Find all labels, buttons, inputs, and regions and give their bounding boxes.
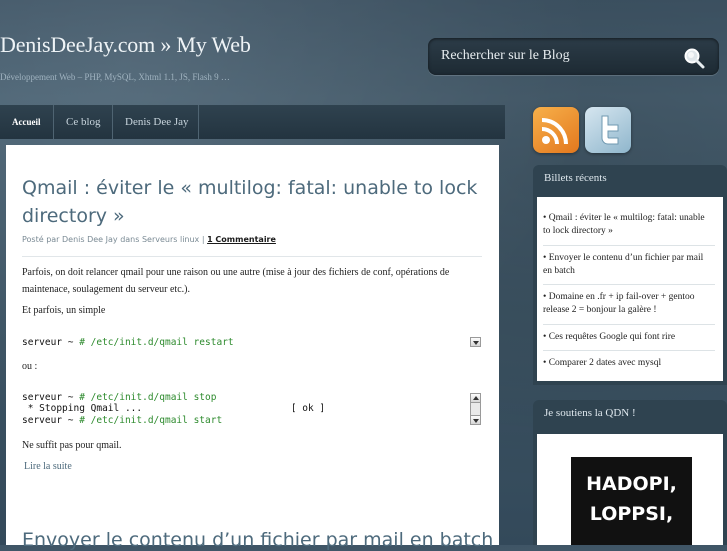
twitter-icon: [601, 115, 619, 145]
nav-tab-blog[interactable]: Ce blog: [66, 105, 101, 139]
site-tagline: Développement Web – PHP, MySQL, Xhtml 1.…: [0, 72, 230, 82]
nav-tab-home[interactable]: Accueil: [12, 105, 41, 139]
code-prompt: serveur ~: [22, 337, 80, 348]
code-block: serveur ~ # /etc/init.d/qmail restart: [22, 337, 234, 348]
post-meta: Posté par Denis Dee Jay dans Serveurs li…: [22, 235, 276, 244]
recent-posts-widget: Billets récents • Qmail : éviter le « mu…: [533, 165, 727, 385]
recent-posts-title: Billets récents: [544, 172, 607, 184]
recent-post-label: Domaine en .fr + ip fail-over + gentoo r…: [543, 292, 695, 315]
post-paragraph: ou :: [22, 361, 38, 372]
code-command: # /etc/init.d/qmail start: [79, 415, 223, 426]
banner-line: HADOPI,: [586, 473, 677, 495]
recent-post-label: Ces requêtes Google qui font rire: [548, 332, 676, 342]
read-more-link[interactable]: Lire la suite: [24, 461, 72, 472]
post-meta-text: Posté par Denis Dee Jay dans Serveurs li…: [22, 235, 208, 244]
recent-post-link[interactable]: • Ces requêtes Google qui font rire: [543, 331, 713, 344]
list-divider: [543, 245, 715, 246]
site-title[interactable]: DenisDeeJay.com » My Web: [0, 32, 251, 58]
post-divider: [22, 256, 482, 257]
recent-post-link[interactable]: • Comparer 2 dates avec mysql: [543, 357, 713, 370]
recent-post-label: Envoyer le contenu d’un fichier par mail…: [543, 253, 704, 276]
banner-line: LOPPSI,: [589, 503, 674, 525]
hadopi-banner[interactable]: HADOPI, LOPPSI,: [571, 457, 692, 545]
code-line: serveur ~ # /etc/init.d/qmail stop: [22, 392, 216, 403]
list-divider: [543, 284, 715, 285]
comments-link[interactable]: 1 Commentaire: [207, 235, 276, 244]
nav-divider: [198, 105, 199, 139]
recent-post-link[interactable]: • Envoyer le contenu d’un fichier par ma…: [543, 252, 713, 278]
code-line: serveur ~ # /etc/init.d/qmail start: [22, 415, 222, 426]
search-icon[interactable]: [683, 47, 705, 69]
post-paragraph: Ne suffit pas pour qmail.: [22, 440, 122, 451]
recent-post-label: Comparer 2 dates avec mysql: [548, 358, 662, 368]
nav-divider: [53, 105, 54, 139]
support-widget-title: Je soutiens la QDN !: [544, 407, 636, 419]
main-navigation: Accueil Ce blog Denis Dee Jay: [0, 105, 505, 139]
post-paragraph: Parfois, on doit relancer qmail pour une…: [22, 267, 450, 295]
recent-post-link[interactable]: • Qmail : éviter le « multilog: fatal: u…: [543, 212, 713, 238]
rss-feed-button[interactable]: [533, 107, 579, 153]
post-paragraph: Et parfois, un simple: [22, 305, 106, 316]
list-divider: [543, 350, 715, 351]
nav-divider: [112, 105, 113, 139]
rss-icon: [541, 118, 568, 145]
search-placeholder: Rechercher sur le Blog: [441, 48, 570, 63]
code-scroll-up-button[interactable]: [470, 393, 481, 403]
recent-posts-list: • Qmail : éviter le « multilog: fatal: u…: [537, 197, 723, 381]
recent-post-link[interactable]: • Domaine en .fr + ip fail-over + gentoo…: [543, 291, 713, 317]
post-title[interactable]: Qmail : éviter le « multilog: fatal: una…: [22, 174, 482, 230]
code-scroll-down-button[interactable]: [470, 415, 481, 425]
code-prompt: serveur ~: [22, 392, 80, 403]
list-divider: [543, 324, 715, 325]
nav-tab-author[interactable]: Denis Dee Jay: [125, 105, 189, 139]
code-command: # /etc/init.d/qmail restart: [79, 337, 234, 348]
code-expand-button[interactable]: [470, 337, 481, 347]
code-scrollbar-track[interactable]: [470, 403, 481, 415]
recent-post-label: Qmail : éviter le « multilog: fatal: una…: [543, 213, 705, 236]
code-line: * Stopping Qmail ... [ ok ]: [22, 403, 326, 414]
code-prompt: serveur ~: [22, 415, 80, 426]
code-command: # /etc/init.d/qmail stop: [79, 392, 217, 403]
next-post-title[interactable]: Envoyer le contenu d’un fichier par mail…: [22, 529, 492, 551]
search-input[interactable]: Rechercher sur le Blog: [428, 38, 719, 75]
twitter-button[interactable]: [585, 107, 631, 153]
